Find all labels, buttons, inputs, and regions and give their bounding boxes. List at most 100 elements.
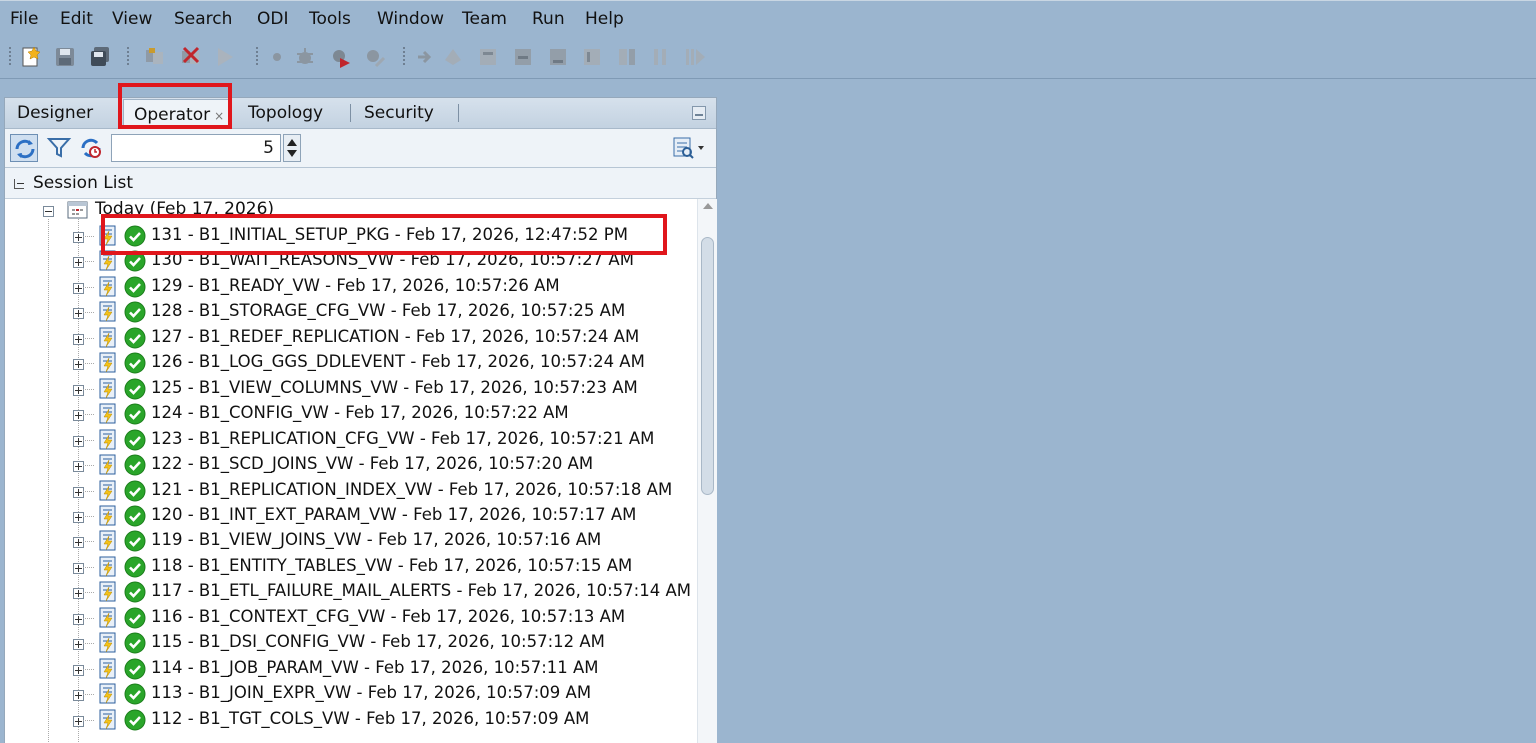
- menu-odi[interactable]: ODI: [257, 9, 289, 29]
- vertical-scrollbar[interactable]: [697, 199, 717, 743]
- session-label: 130 - B1_WAIT_REASONS_VW - Feb 17, 2026,…: [151, 250, 634, 270]
- expand-icon[interactable]: [73, 562, 84, 574]
- session-row[interactable]: 122 - B1_SCD_JOINS_VW - Feb 17, 2026, 10…: [5, 453, 697, 478]
- menu-team[interactable]: Team: [462, 9, 507, 29]
- expand-icon[interactable]: [73, 486, 84, 498]
- search-options-button[interactable]: [672, 135, 706, 161]
- pause-icon[interactable]: [649, 46, 671, 68]
- session-row[interactable]: 129 - B1_READY_VW - Feb 17, 2026, 10:57:…: [5, 275, 697, 300]
- session-row[interactable]: 126 - B1_LOG_GGS_DDLEVENT - Feb 17, 2026…: [5, 351, 697, 376]
- tab-security[interactable]: Security: [364, 98, 434, 128]
- collapse-icon[interactable]: [43, 206, 54, 217]
- session-row[interactable]: 118 - B1_ENTITY_TABLES_VW - Feb 17, 2026…: [5, 555, 697, 580]
- session-row[interactable]: 125 - B1_VIEW_COLUMNS_VW - Feb 17, 2026,…: [5, 377, 697, 402]
- tree-connector: [83, 439, 95, 441]
- menu-file[interactable]: File: [10, 9, 38, 29]
- new-icon[interactable]: [20, 46, 42, 68]
- expand-icon[interactable]: [73, 384, 84, 396]
- expand-icon[interactable]: [73, 461, 84, 473]
- filter-icon[interactable]: [45, 134, 73, 162]
- session-row[interactable]: 131 - B1_INITIAL_SETUP_PKG - Feb 17, 202…: [5, 224, 697, 249]
- run-icon[interactable]: [214, 46, 236, 68]
- session-row[interactable]: 114 - B1_JOB_PARAM_VW - Feb 17, 2026, 10…: [5, 657, 697, 682]
- session-icon: [99, 505, 116, 526]
- expand-icon[interactable]: [73, 257, 84, 269]
- step-next-icon[interactable]: [547, 46, 569, 68]
- session-row[interactable]: 115 - B1_DSI_CONFIG_VW - Feb 17, 2026, 1…: [5, 631, 697, 656]
- debug-wrench-icon[interactable]: [364, 46, 386, 68]
- expand-icon[interactable]: [73, 664, 84, 676]
- save-icon[interactable]: [54, 46, 76, 68]
- scroll-up-icon[interactable]: [703, 203, 713, 209]
- step-into-icon[interactable]: [414, 46, 436, 68]
- save-all-icon[interactable]: [89, 46, 111, 68]
- expand-icon[interactable]: [73, 690, 84, 702]
- tab-operator[interactable]: Operator ×: [123, 99, 231, 129]
- chevron-down-icon[interactable]: [287, 150, 297, 157]
- session-row[interactable]: 124 - B1_CONFIG_VW - Feb 17, 2026, 10:57…: [5, 402, 697, 427]
- expand-icon[interactable]: [73, 282, 84, 294]
- expand-icon[interactable]: [73, 410, 84, 422]
- menu-run[interactable]: Run: [532, 9, 565, 29]
- expand-icon[interactable]: [73, 715, 84, 727]
- expand-icon[interactable]: [73, 588, 84, 600]
- session-row[interactable]: 113 - B1_JOIN_EXPR_VW - Feb 17, 2026, 10…: [5, 682, 697, 707]
- breakpoint-icon[interactable]: [266, 46, 288, 68]
- debug-icon[interactable]: [294, 46, 316, 68]
- expand-icon[interactable]: [73, 435, 84, 447]
- copy-icon[interactable]: [144, 46, 166, 68]
- expand-icon[interactable]: [73, 333, 84, 345]
- session-list-header[interactable]: Session List: [5, 168, 716, 199]
- tree-connector: [83, 414, 95, 416]
- session-row[interactable]: 123 - B1_REPLICATION_CFG_VW - Feb 17, 20…: [5, 428, 697, 453]
- expand-icon[interactable]: [73, 359, 84, 371]
- chevron-up-icon[interactable]: [287, 139, 297, 146]
- expand-icon[interactable]: [73, 613, 84, 625]
- auto-refresh-icon[interactable]: [77, 134, 105, 162]
- session-row[interactable]: 117 - B1_ETL_FAILURE_MAIL_ALERTS - Feb 1…: [5, 580, 697, 605]
- session-row[interactable]: 121 - B1_REPLICATION_INDEX_VW - Feb 17, …: [5, 479, 697, 504]
- session-row[interactable]: 112 - B1_TGT_COLS_VW - Feb 17, 2026, 10:…: [5, 708, 697, 733]
- refresh-interval-field[interactable]: 5: [111, 134, 281, 162]
- menu-view[interactable]: View: [112, 9, 152, 29]
- menu-help[interactable]: Help: [585, 9, 624, 29]
- expand-icon[interactable]: [73, 639, 84, 651]
- session-row[interactable]: 130 - B1_WAIT_REASONS_VW - Feb 17, 2026,…: [5, 249, 697, 274]
- step-icon[interactable]: [477, 46, 499, 68]
- refresh-interval-stepper[interactable]: [283, 134, 301, 162]
- session-row[interactable]: 116 - B1_CONTEXT_CFG_VW - Feb 17, 2026, …: [5, 606, 697, 631]
- expand-icon[interactable]: [73, 232, 84, 243]
- refresh-icon[interactable]: [10, 134, 38, 162]
- expand-icon[interactable]: [73, 537, 84, 549]
- tree-connector: [83, 592, 95, 594]
- expand-icon[interactable]: [73, 308, 84, 320]
- session-row[interactable]: 120 - B1_INT_EXT_PARAM_VW - Feb 17, 2026…: [5, 504, 697, 529]
- debug-run-icon[interactable]: [330, 46, 352, 68]
- step-out-icon[interactable]: [512, 46, 534, 68]
- debug-list-icon[interactable]: [616, 46, 638, 68]
- tab-topology[interactable]: Topology: [248, 98, 323, 128]
- menu-window[interactable]: Window: [377, 9, 444, 29]
- menu-tools[interactable]: Tools: [309, 9, 351, 29]
- tree-connector: [83, 465, 95, 467]
- success-check-icon: [124, 632, 146, 654]
- session-row[interactable]: 119 - B1_VIEW_JOINS_VW - Feb 17, 2026, 1…: [5, 529, 697, 554]
- collapse-icon[interactable]: [14, 179, 24, 189]
- menu-search[interactable]: Search: [174, 9, 232, 29]
- expand-icon[interactable]: [73, 511, 84, 523]
- step-over-icon[interactable]: [442, 46, 464, 68]
- session-row[interactable]: 127 - B1_REDEF_REPLICATION - Feb 17, 202…: [5, 326, 697, 351]
- session-row[interactable]: 128 - B1_STORAGE_CFG_VW - Feb 17, 2026, …: [5, 300, 697, 325]
- scrollbar-thumb[interactable]: [701, 237, 714, 495]
- date-node[interactable]: Today (Feb 17, 2026): [5, 199, 697, 223]
- minimize-panel-button[interactable]: [692, 106, 706, 120]
- step-end-icon[interactable]: [581, 46, 603, 68]
- resume-icon[interactable]: [684, 46, 706, 68]
- tab-designer[interactable]: Designer: [17, 98, 93, 128]
- menu-edit[interactable]: Edit: [60, 9, 93, 29]
- close-icon[interactable]: ×: [214, 109, 224, 123]
- success-check-icon: [124, 225, 146, 247]
- tree-connector: [83, 490, 95, 492]
- tree-connector: [83, 515, 95, 517]
- delete-icon[interactable]: [180, 46, 202, 68]
